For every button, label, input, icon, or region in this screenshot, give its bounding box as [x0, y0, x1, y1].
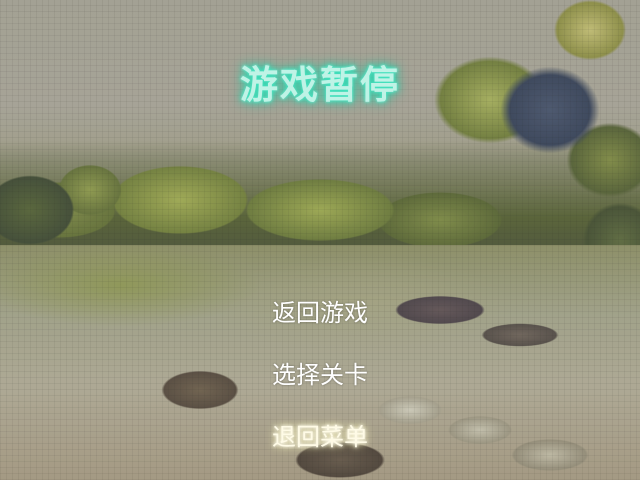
resume-game-button[interactable]: 返回游戏: [240, 296, 400, 330]
pause-menu: 返回游戏 选择关卡 退回菜单: [0, 296, 640, 454]
select-level-button[interactable]: 选择关卡: [240, 358, 400, 392]
pause-screen: 游戏暂停 返回游戏 选择关卡 退回菜单: [0, 0, 640, 480]
pause-title: 游戏暂停: [239, 63, 400, 107]
return-to-menu-button[interactable]: 退回菜单: [240, 420, 400, 454]
